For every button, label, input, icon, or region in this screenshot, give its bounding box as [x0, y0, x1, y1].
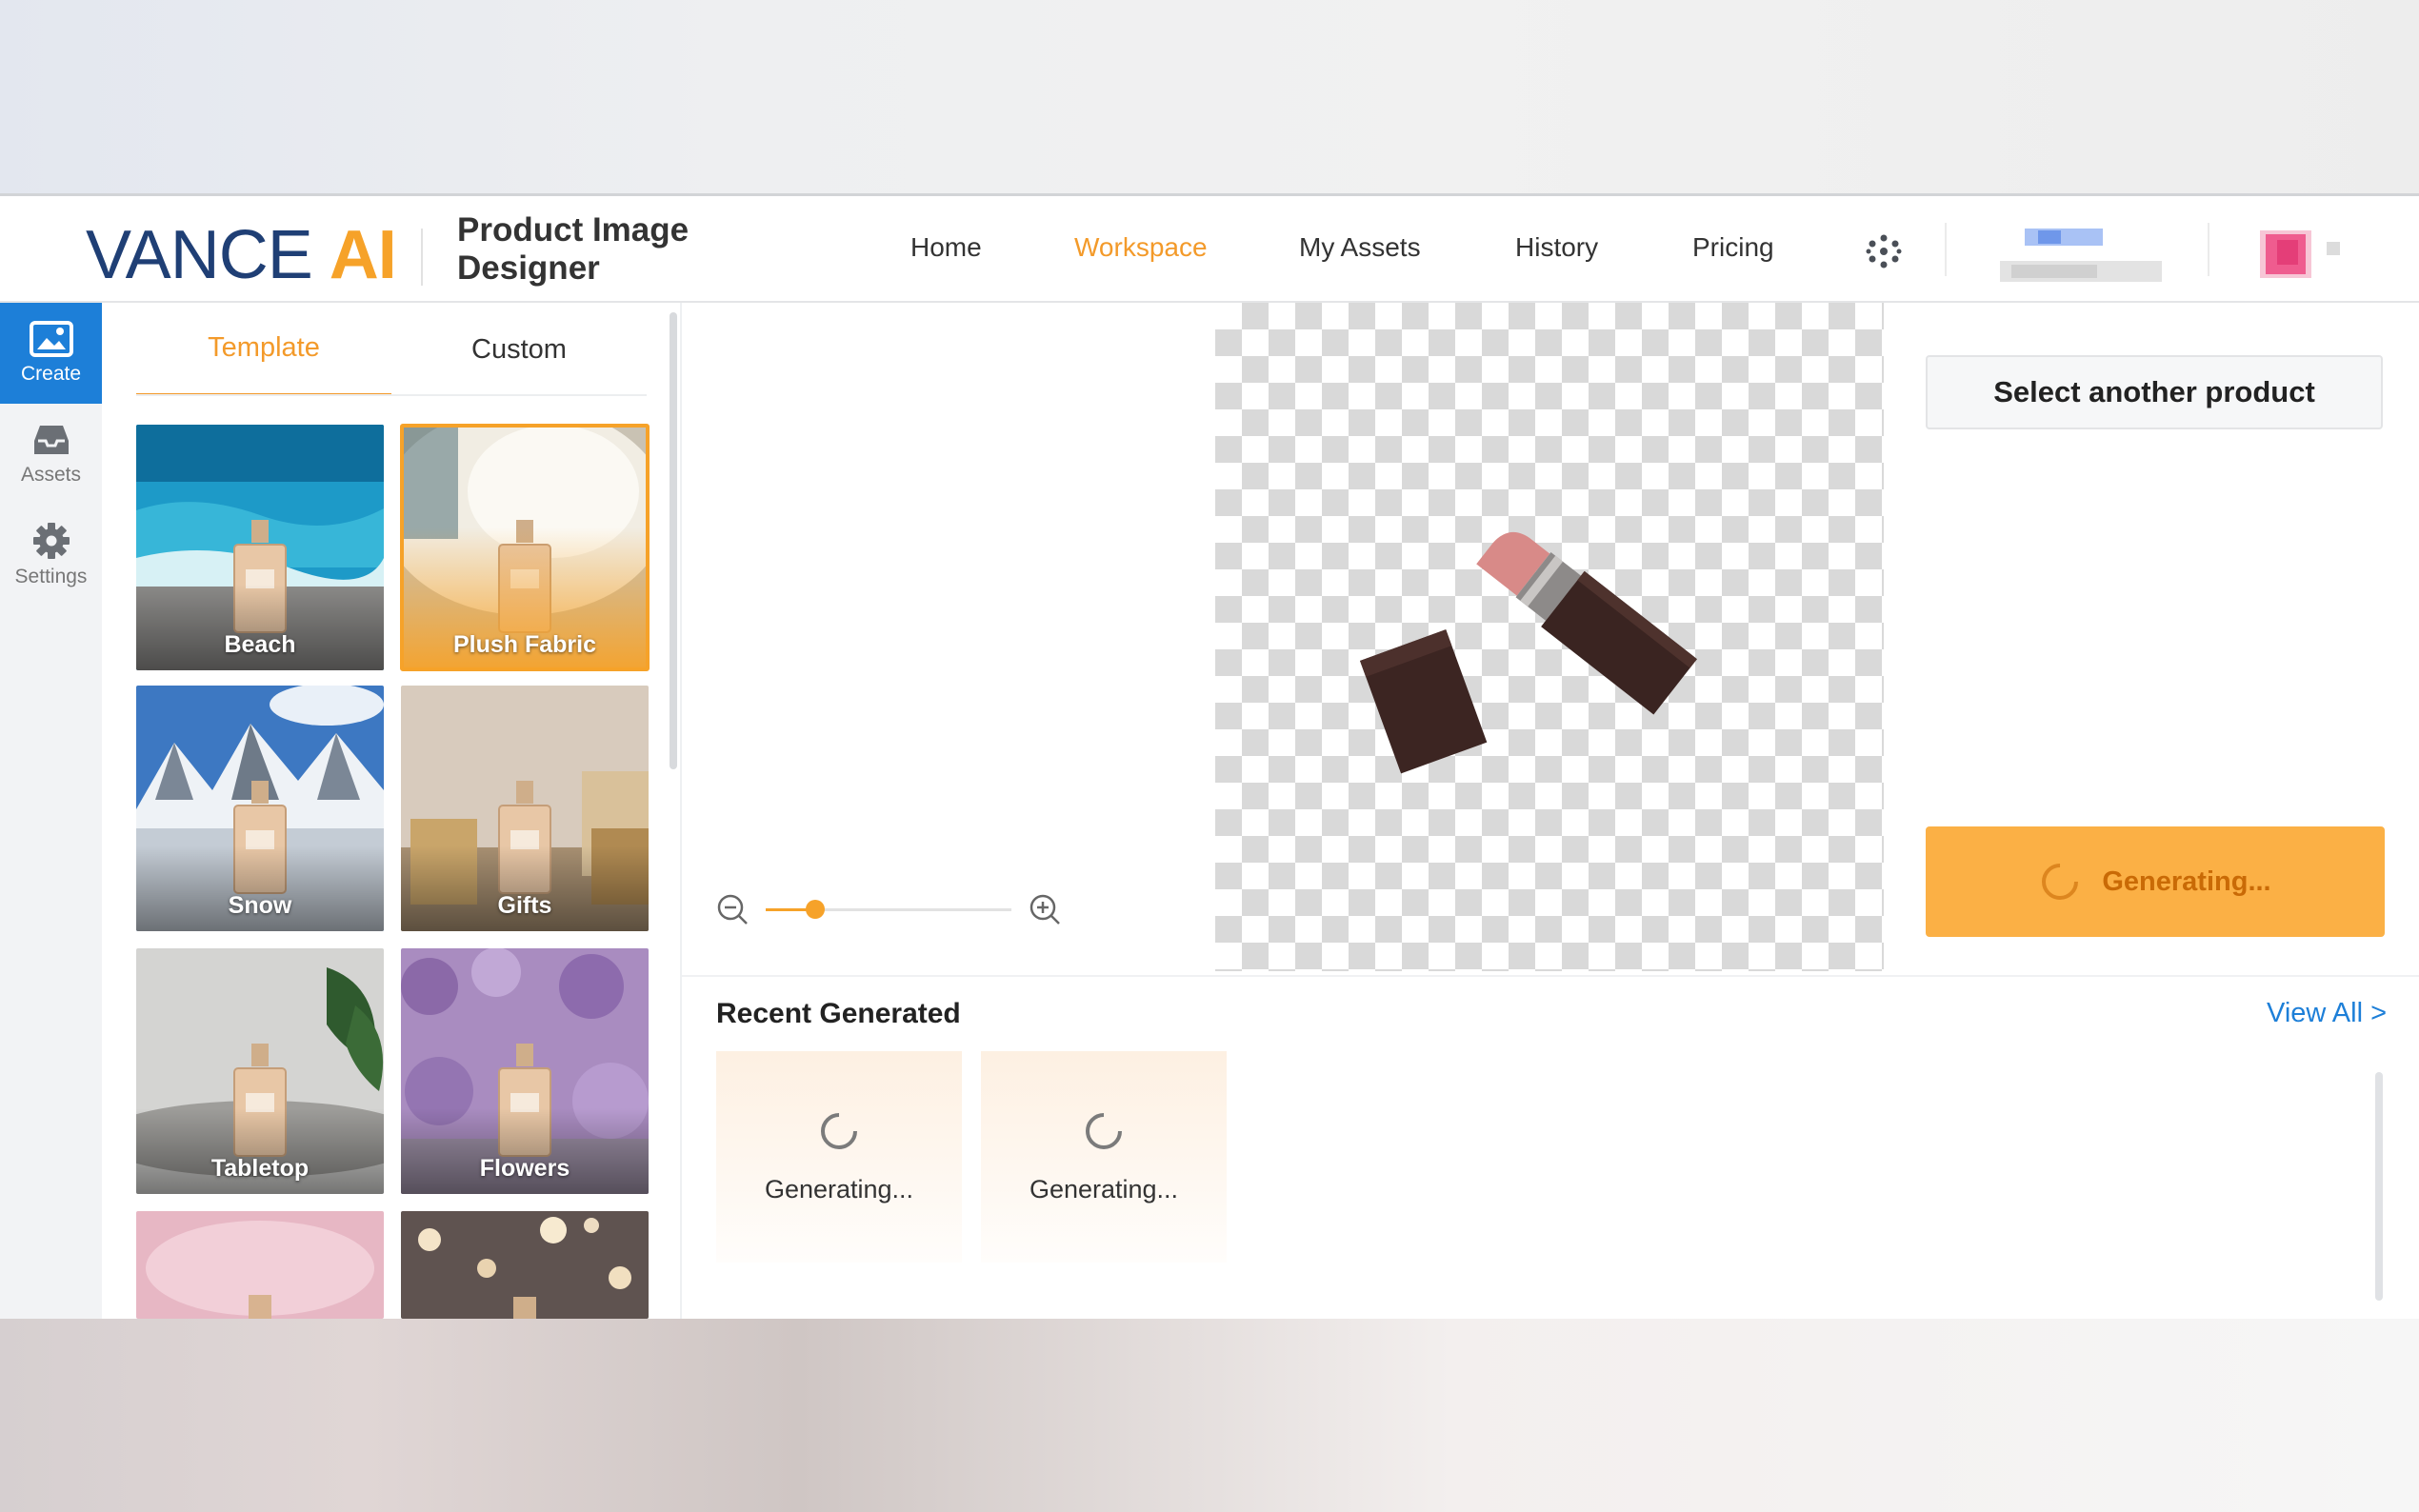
image-icon [29, 321, 73, 357]
grid-dots-icon[interactable] [1865, 232, 1903, 270]
rail-create-label: Create [20, 363, 82, 385]
nav-history[interactable]: History [1515, 232, 1598, 263]
browser-bottom-backdrop [0, 1319, 2419, 1512]
template-beach[interactable]: Beach [136, 425, 384, 670]
recent-card[interactable]: Generating... [716, 1051, 962, 1263]
template-label: Flowers [479, 1155, 570, 1182]
select-another-product-button[interactable]: Select another product [1926, 355, 2383, 429]
rail-settings[interactable]: Settings [0, 505, 102, 606]
template-flowers[interactable]: Flowers [401, 948, 649, 1194]
template-label: Gifts [497, 892, 552, 919]
logo-text: VANCE [86, 217, 313, 293]
logo-divider [421, 229, 423, 286]
app-window: VANCE AI Product Image Designer Home Wor… [0, 196, 2419, 1319]
template-label: Snow [228, 892, 292, 919]
workspace: Select another product Generating... Rec… [682, 303, 2419, 1319]
browser-top-backdrop [0, 0, 2419, 196]
header-separator [1945, 223, 1947, 276]
generate-button[interactable]: Generating... [1926, 826, 2385, 937]
top-header: VANCE AI Product Image Designer Home Wor… [0, 196, 2419, 303]
zoom-in-icon[interactable] [1029, 893, 1061, 925]
template-label: Plush Fabric [452, 631, 597, 658]
rail-assets[interactable]: Assets [0, 404, 102, 505]
recent-generated-title: Recent Generated [716, 998, 961, 1029]
gear-icon [32, 523, 70, 559]
rail-create[interactable]: Create [0, 303, 102, 404]
loading-spinner-icon [1086, 1112, 1122, 1149]
tab-template[interactable]: Template [136, 303, 391, 396]
template-snow[interactable]: Snow [136, 686, 384, 931]
left-rail: Create Assets Settings [0, 303, 102, 1319]
nav-home[interactable]: Home [910, 232, 982, 263]
nav-workspace[interactable]: Workspace [1074, 232, 1208, 263]
nav-my-assets[interactable]: My Assets [1299, 232, 1421, 263]
tab-underline [136, 394, 647, 396]
recent-scrollbar[interactable] [2375, 1072, 2383, 1301]
inbox-icon [33, 426, 69, 454]
header-separator [2208, 223, 2209, 276]
template-tabletop[interactable]: Tabletop [136, 948, 384, 1194]
generate-button-label: Generating... [2102, 865, 2271, 897]
recent-card-status: Generating... [764, 1174, 914, 1204]
zoom-slider-handle[interactable] [805, 900, 825, 919]
loading-spinner-icon [2042, 864, 2079, 900]
rail-settings-label: Settings [14, 566, 88, 587]
product-canvas[interactable] [1215, 303, 1884, 971]
bokeh-image [401, 1211, 649, 1319]
template-bokeh[interactable] [401, 1211, 649, 1319]
loading-spinner-icon [821, 1112, 857, 1149]
zoom-out-icon[interactable] [716, 893, 749, 925]
nav-pricing[interactable]: Pricing [1692, 232, 1774, 263]
vanceai-logo[interactable]: VANCE AI [86, 213, 397, 297]
tab-custom[interactable]: Custom [391, 303, 647, 396]
product-title: Product Image Designer [457, 211, 690, 287]
template-label: Tabletop [210, 1155, 310, 1182]
pink-image [136, 1211, 384, 1319]
rail-assets-label: Assets [20, 464, 82, 486]
template-plush-fabric[interactable]: Plush Fabric [400, 424, 650, 671]
logo-accent-text: AI [329, 217, 397, 293]
lipstick-product-image [1360, 532, 1697, 774]
user-account-blurred[interactable] [1992, 223, 2164, 289]
recent-card-status: Generating... [1029, 1174, 1179, 1204]
view-all-link[interactable]: View All > [2267, 998, 2387, 1029]
template-label: Beach [224, 631, 296, 658]
template-gifts[interactable]: Gifts [401, 686, 649, 931]
template-pink[interactable] [136, 1211, 384, 1319]
template-panel: Template Custom Beach Plush Fabric Snow … [102, 303, 682, 1319]
section-divider [682, 975, 2419, 977]
recent-card[interactable]: Generating... [981, 1051, 1227, 1263]
panel-scrollbar[interactable] [670, 312, 677, 769]
avatar[interactable] [2252, 221, 2348, 288]
